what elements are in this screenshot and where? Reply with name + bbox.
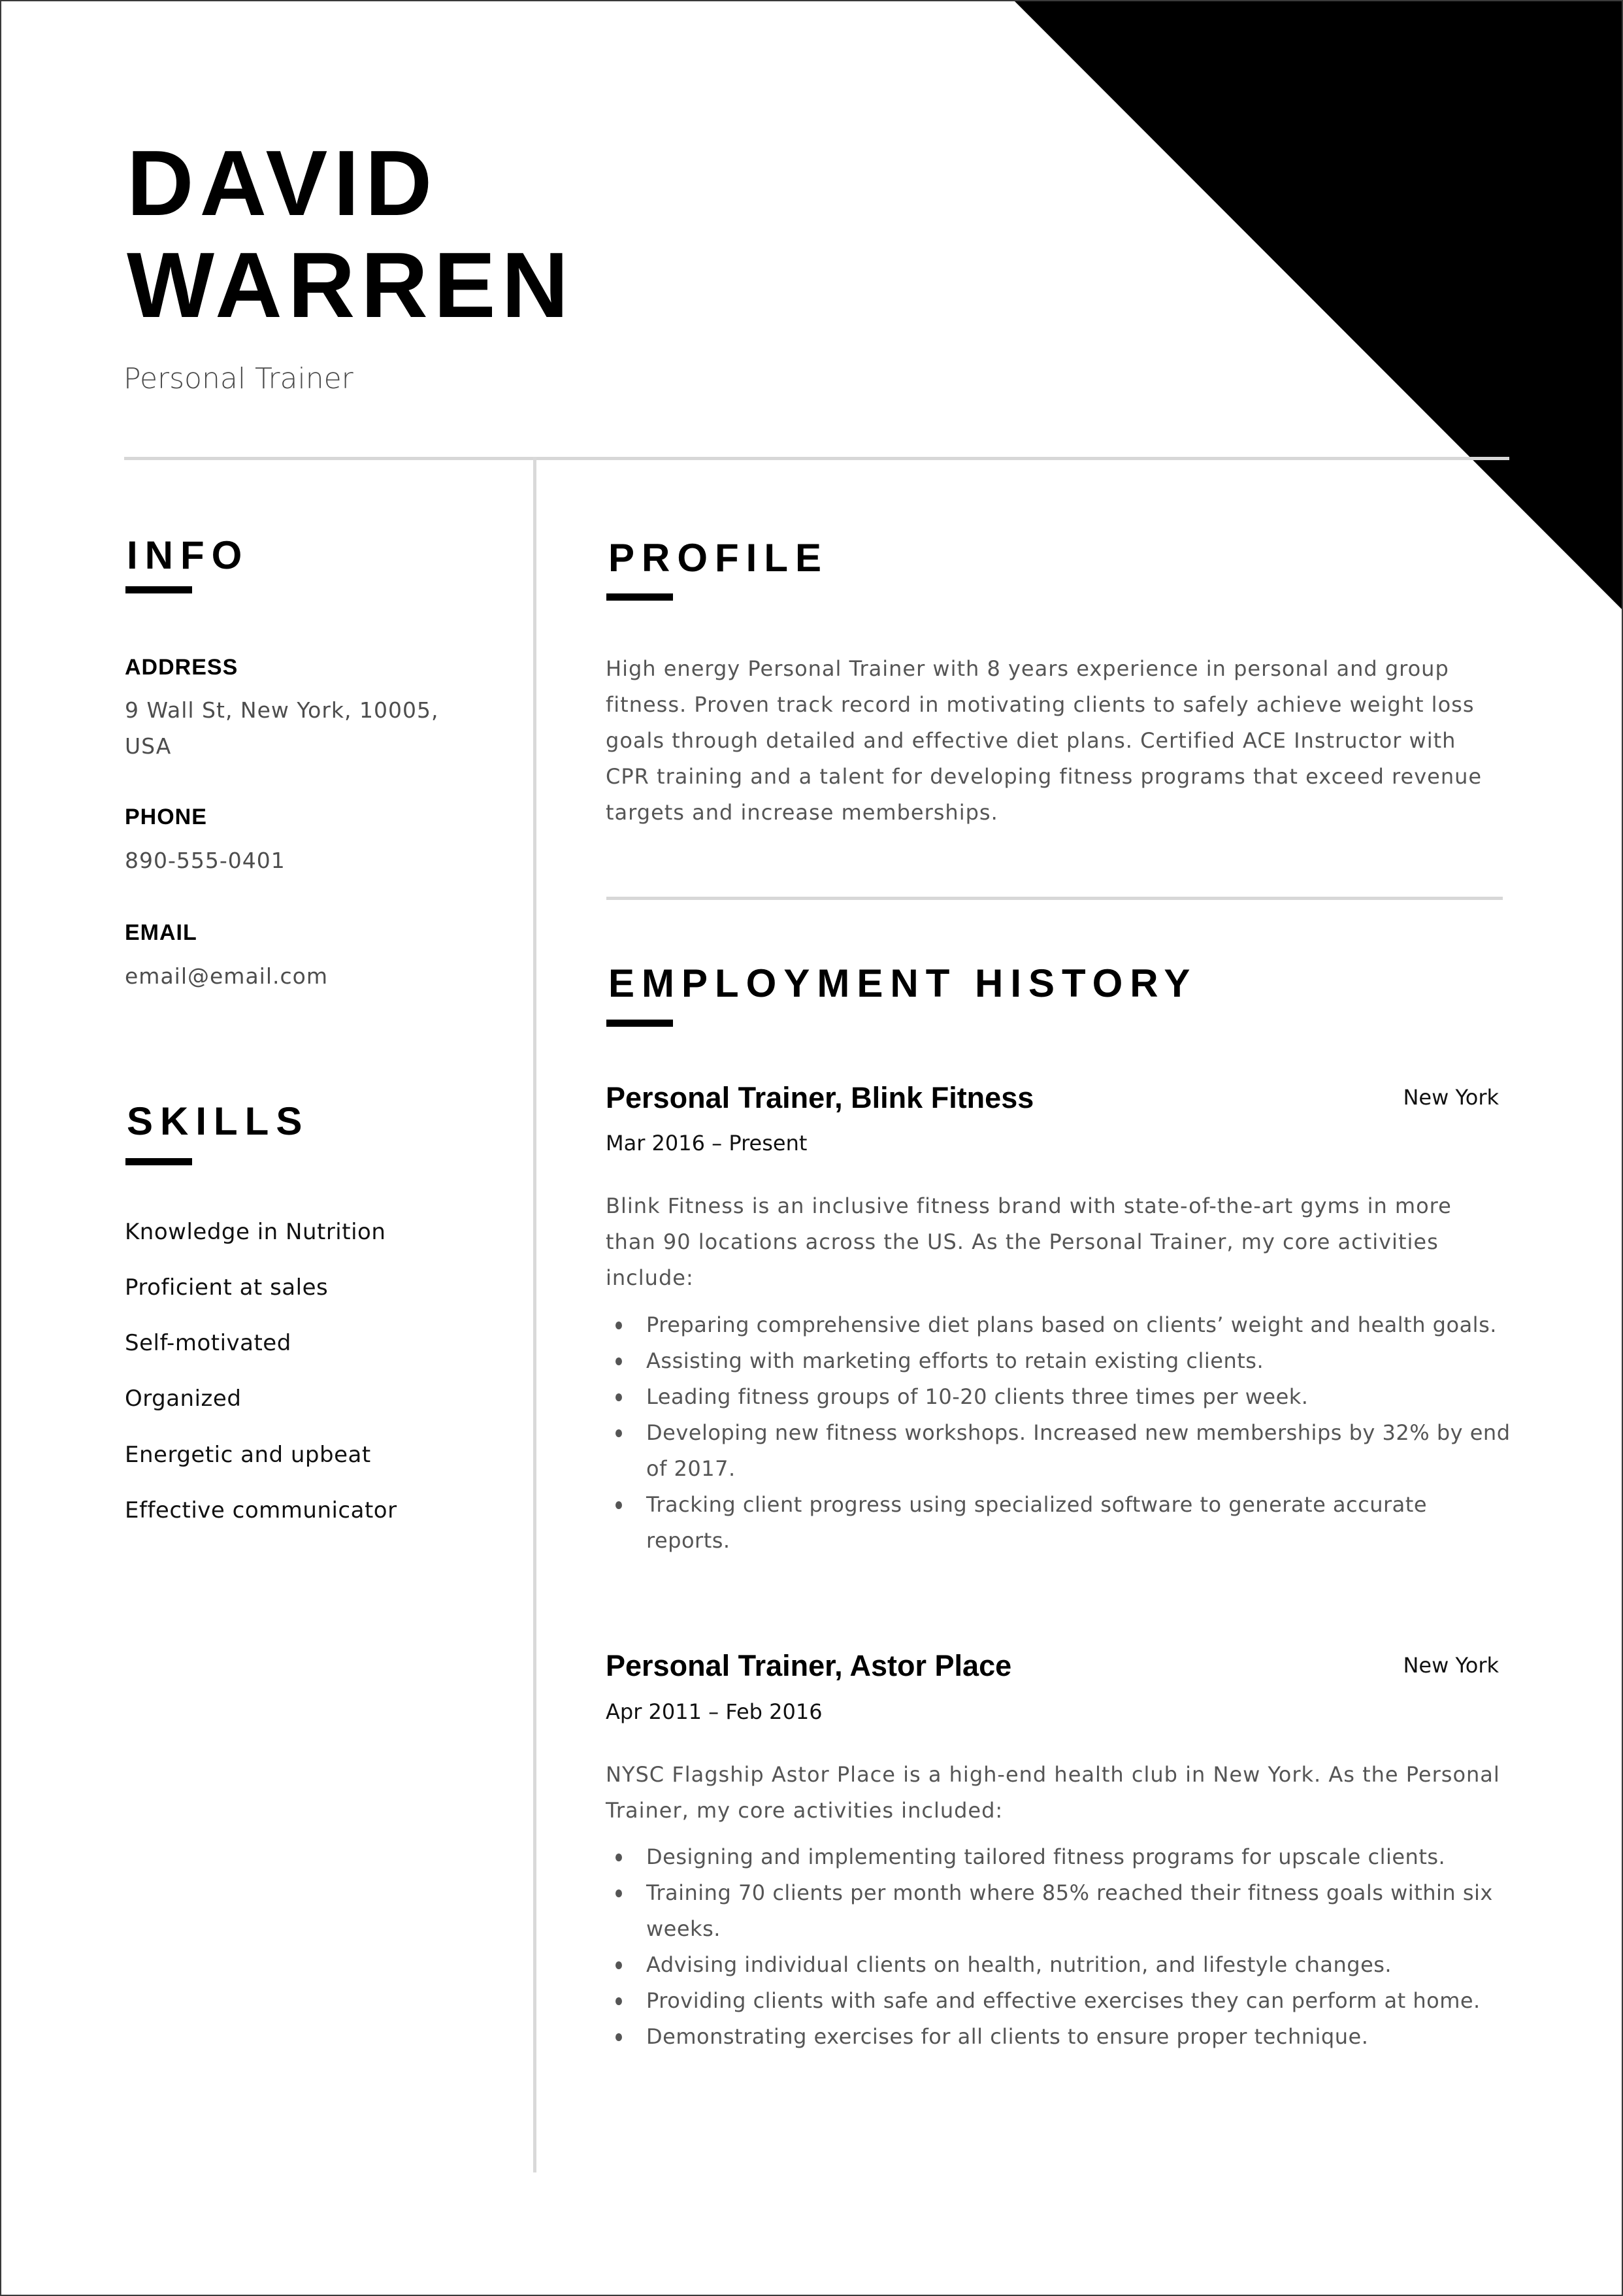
job-bullet: Providing clients with safe and effectiv… <box>606 1983 1514 2019</box>
job-bullets-2: Designing and implementing tailored fitn… <box>606 1839 1514 2055</box>
job-dates-2: Apr 2011 – Feb 2016 <box>606 1699 823 1724</box>
skill-item: Energetic and upbeat <box>125 1442 371 1468</box>
phone-value: 890-555-0401 <box>125 848 286 873</box>
bullet-dot-icon <box>615 1429 622 1437</box>
phone-label: PHONE <box>125 805 207 829</box>
job-description-1: Blink Fitness is an inclusive fitness br… <box>606 1193 1452 1290</box>
bullet-text: Demonstrating exercises for all clients … <box>646 2024 1369 2049</box>
email-label: EMAIL <box>125 920 197 945</box>
skills-heading-underline <box>125 1158 192 1165</box>
bullet-dot-icon <box>615 1322 622 1329</box>
bullet-text: Tracking client progress using specializ… <box>646 1492 1427 1553</box>
last-name: WARREN <box>127 233 575 337</box>
skill-item: Organized <box>125 1386 242 1412</box>
info-heading: INFO <box>127 533 250 577</box>
employment-heading-underline <box>606 1020 673 1027</box>
column-divider <box>533 457 536 2172</box>
bullet-dot-icon <box>615 1854 622 1861</box>
skills-heading: SKILLS <box>127 1099 310 1143</box>
bullet-text: Leading fitness groups of 10-20 clients … <box>646 1384 1309 1409</box>
job-bullet: Tracking client progress using specializ… <box>606 1487 1514 1559</box>
bullet-dot-icon <box>615 1889 622 1897</box>
employment-heading: EMPLOYMENT HISTORY <box>608 961 1198 1005</box>
skill-item: Proficient at sales <box>125 1274 329 1301</box>
job-bullet: Demonstrating exercises for all clients … <box>606 2019 1514 2055</box>
profile-heading: PROFILE <box>608 536 829 580</box>
bullet-dot-icon <box>615 1997 622 2005</box>
job-bullet: Training 70 clients per month where 85% … <box>606 1875 1514 1947</box>
job-location-2: New York <box>1403 1653 1499 1678</box>
job-title: Personal Trainer <box>123 362 353 395</box>
bullet-dot-icon <box>615 1357 622 1365</box>
bullet-text: Providing clients with safe and effectiv… <box>646 1988 1481 2013</box>
bullet-text: Training 70 clients per month where 85% … <box>646 1880 1493 1941</box>
job-location-1: New York <box>1403 1085 1499 1110</box>
bullet-text: Advising individual clients on health, n… <box>646 1952 1392 1977</box>
job-bullet: Preparing comprehensive diet plans based… <box>606 1307 1514 1343</box>
bullet-dot-icon <box>615 1961 622 1969</box>
job-bullet: Developing new fitness workshops. Increa… <box>606 1415 1514 1487</box>
bullet-dot-icon <box>615 2033 622 2041</box>
corner-triangle <box>1015 1 1622 609</box>
address-line-1: 9 Wall St, New York, 10005, <box>125 697 439 723</box>
bullet-text: Preparing comprehensive diet plans based… <box>646 1312 1497 1337</box>
job-dates-1: Mar 2016 – Present <box>606 1131 808 1156</box>
skill-item: Effective communicator <box>125 1497 397 1523</box>
job-bullet: Designing and implementing tailored fitn… <box>606 1839 1514 1875</box>
bullet-text: Assisting with marketing efforts to reta… <box>646 1348 1264 1373</box>
bullet-dot-icon <box>615 1393 622 1401</box>
resume-page: DAVID WARREN Personal Trainer INFO ADDRE… <box>0 0 1623 2296</box>
profile-heading-underline <box>606 593 673 601</box>
address-line-2: USA <box>125 733 172 759</box>
job-bullet: Advising individual clients on health, n… <box>606 1947 1514 1983</box>
bullet-dot-icon <box>615 1501 622 1509</box>
job-bullet: Leading fitness groups of 10-20 clients … <box>606 1379 1514 1415</box>
profile-text: High energy Personal Trainer with 8 year… <box>606 656 1483 825</box>
address-label: ADDRESS <box>125 655 238 680</box>
job-bullet: Assisting with marketing efforts to reta… <box>606 1343 1514 1379</box>
job-title-2: Personal Trainer, Astor Place <box>606 1649 1012 1682</box>
info-heading-underline <box>125 586 192 593</box>
first-name: DAVID <box>127 131 438 235</box>
email-value: email@email.com <box>125 963 328 989</box>
job-bullets-1: Preparing comprehensive diet plans based… <box>606 1307 1514 1559</box>
job-description-2: NYSC Flagship Astor Place is a high-end … <box>606 1762 1500 1823</box>
profile-divider <box>606 897 1503 900</box>
skill-item: Knowledge in Nutrition <box>125 1219 386 1245</box>
header-divider <box>124 457 1509 460</box>
job-title-1: Personal Trainer, Blink Fitness <box>606 1081 1034 1114</box>
bullet-text: Developing new fitness workshops. Increa… <box>646 1420 1511 1481</box>
skill-item: Self-motivated <box>125 1330 291 1356</box>
bullet-text: Designing and implementing tailored fitn… <box>646 1844 1446 1869</box>
